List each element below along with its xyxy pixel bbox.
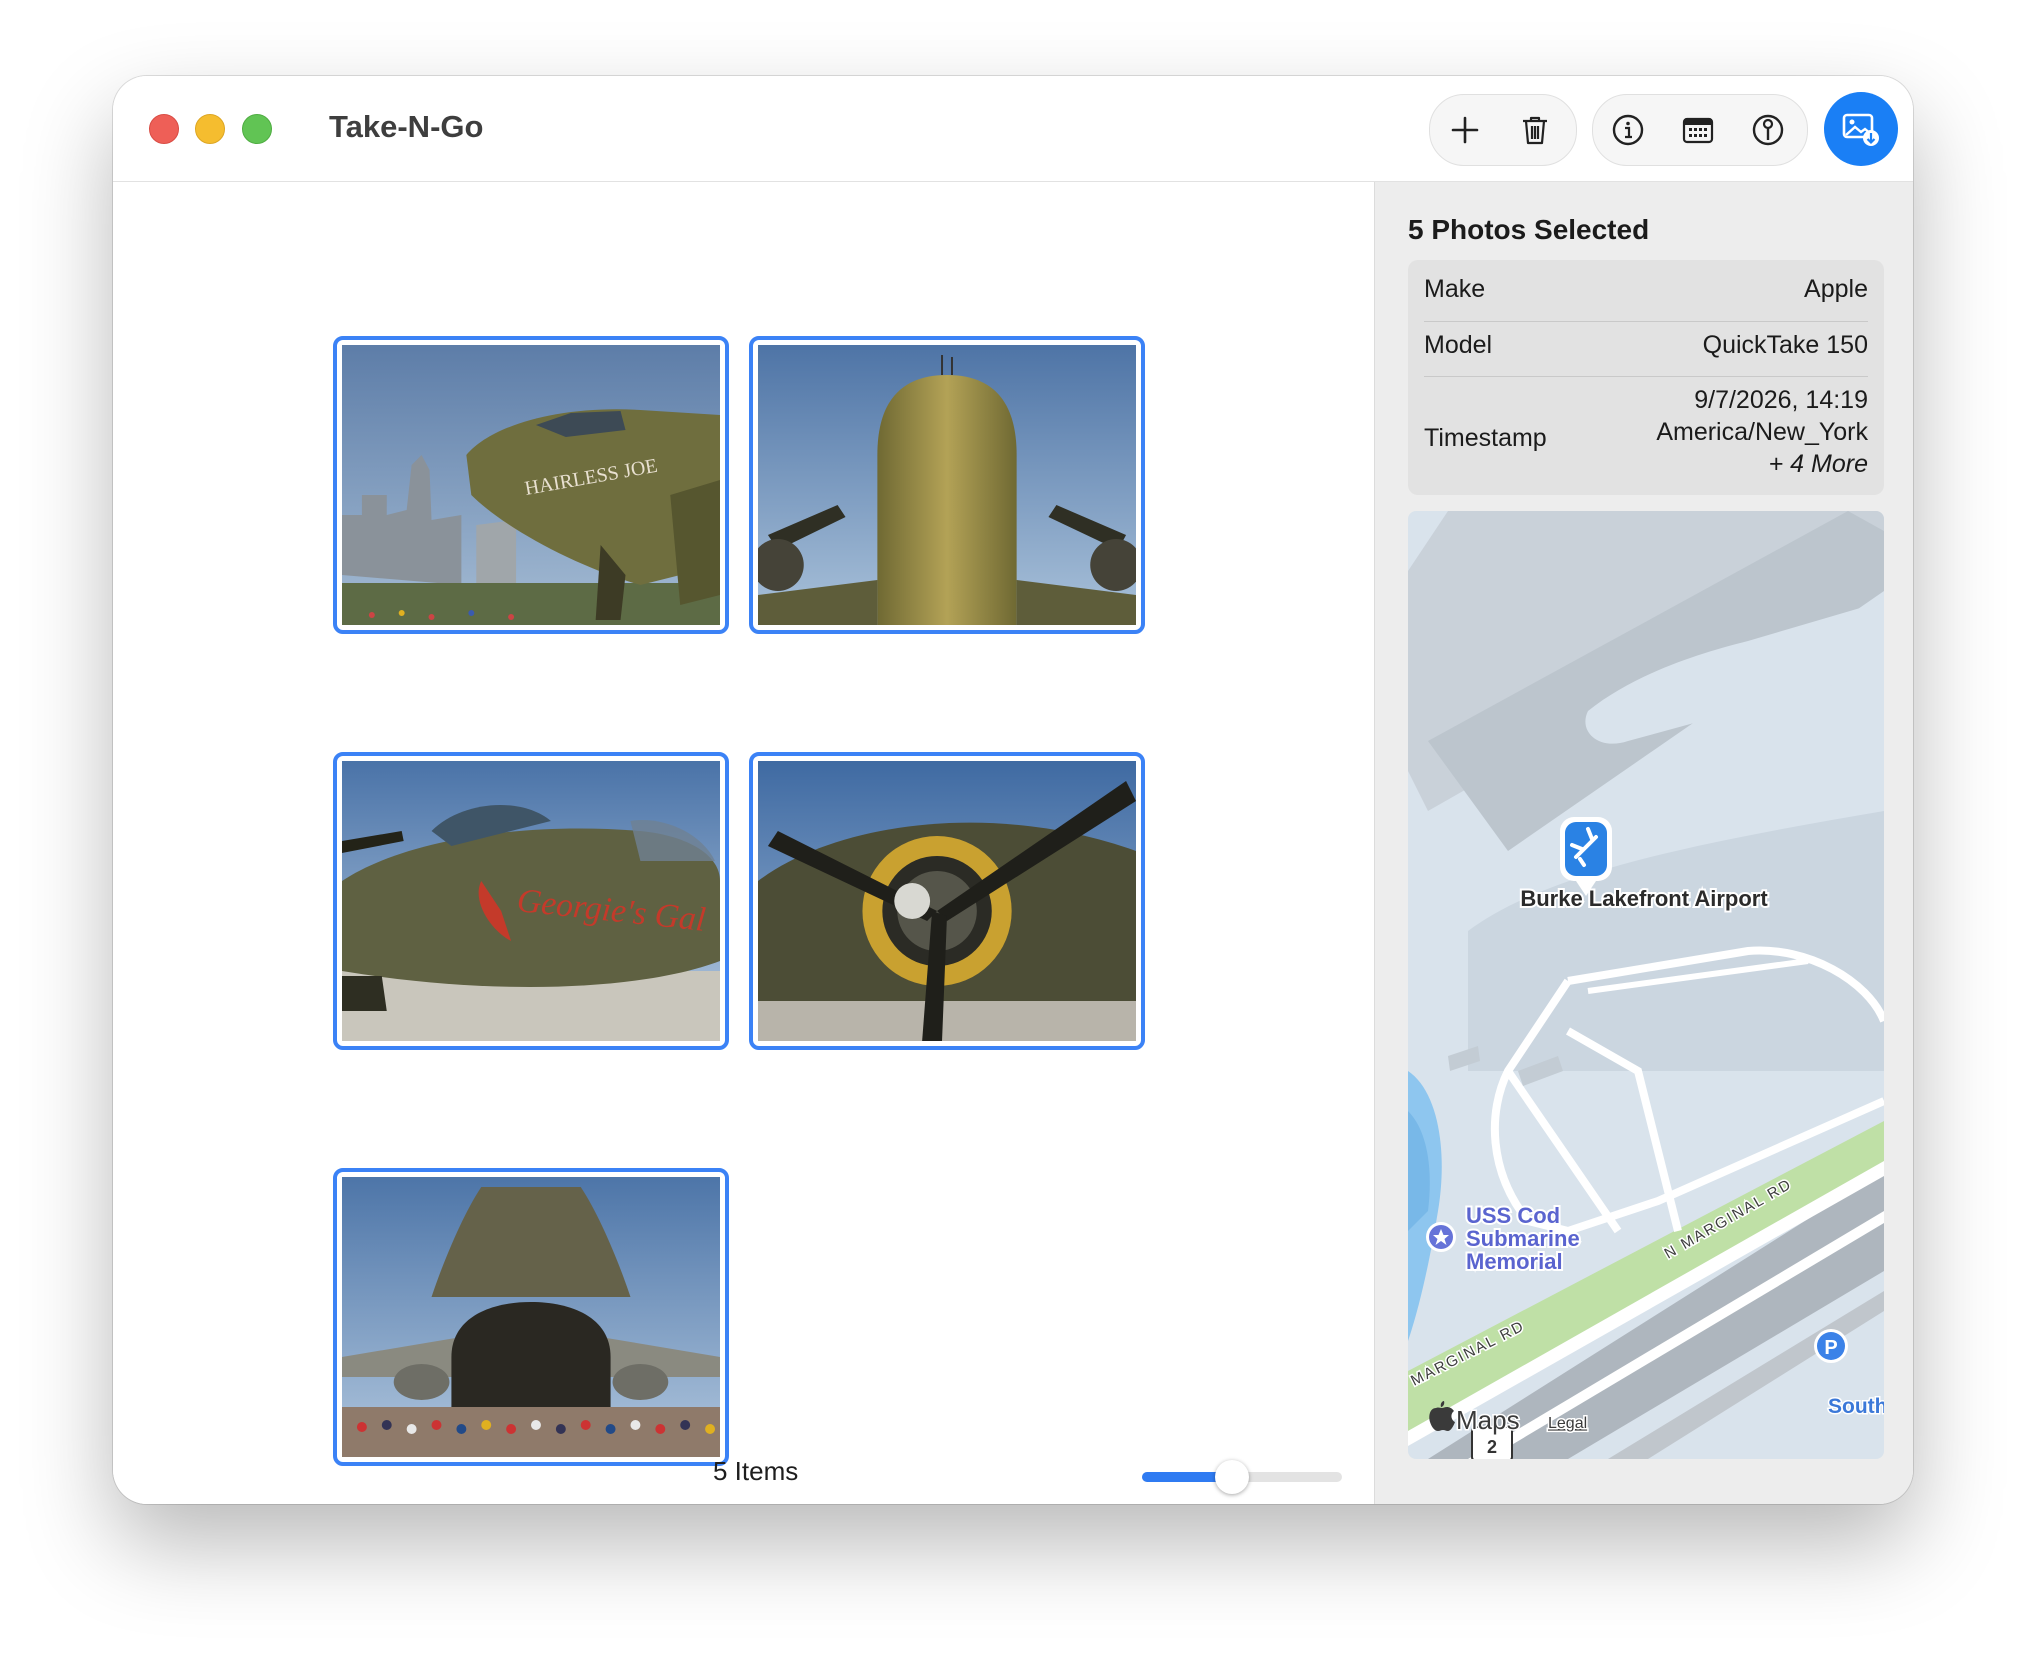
delete-button[interactable]: [1500, 95, 1570, 165]
metadata-row-timestamp: Timestamp 9/7/2026, 14:19 America/New_Yo…: [1424, 386, 1868, 486]
import-photos-button[interactable]: [1824, 92, 1898, 166]
photo-thumbnail[interactable]: [749, 752, 1145, 1050]
metadata-label: Make: [1424, 275, 1486, 303]
metadata-row-make: Make Apple: [1424, 275, 1868, 305]
info-button[interactable]: [1593, 95, 1663, 165]
calendar-icon: [1682, 117, 1714, 144]
metadata-value: QuickTake 150: [1702, 331, 1868, 359]
photo-c47-front: [758, 345, 1136, 625]
title-bar: Take-N-Go: [113, 76, 1913, 182]
metadata-row-model: Model QuickTake 150: [1424, 331, 1868, 361]
location-map[interactable]: Burke Lakefront Airport USS Cod Submarin…: [1408, 511, 1884, 1459]
photo-thumbnail[interactable]: [749, 336, 1145, 634]
metadata-label: Model: [1424, 331, 1493, 359]
location-button[interactable]: [1733, 95, 1803, 165]
trash-icon: [1523, 116, 1547, 145]
parking-icon: P: [1824, 1337, 1837, 1359]
item-count-label: 5 Items: [713, 1456, 799, 1486]
info-circle-icon: [1612, 114, 1644, 146]
metadata-table: Make Apple Model QuickTake 150 Timestamp…: [1408, 260, 1884, 495]
legal-link[interactable]: Legal: [1547, 1414, 1589, 1434]
calendar-button[interactable]: [1663, 95, 1733, 165]
location-pin-icon: [1752, 114, 1784, 146]
airport-label: Burke Lakefront Airport: [1520, 886, 1768, 911]
slider-knob[interactable]: [1215, 1460, 1249, 1494]
row-divider: [1424, 321, 1868, 322]
maps-brand-label: Maps: [1456, 1405, 1520, 1435]
metadata-value: America/New_York: [1656, 418, 1868, 446]
zoom-button[interactable]: [242, 114, 272, 144]
row-divider: [1424, 376, 1868, 377]
more-link[interactable]: + 4 More: [1769, 450, 1868, 479]
photo-import-icon: [1842, 113, 1879, 146]
minimize-button[interactable]: [195, 114, 225, 144]
photo-thumbnail[interactable]: HAIRLESS JOE: [333, 336, 729, 634]
view-toolbar-group: [1592, 94, 1808, 166]
edge-place-label: South: [1828, 1395, 1884, 1418]
photo-b25-engine: [758, 761, 1136, 1041]
metadata-value: 9/7/2026, 14:19: [1694, 386, 1868, 414]
app-window: Take-N-Go HAIRLESS JOE Georgie's Gal 5 I…: [113, 76, 1913, 1504]
metadata-value: Apple: [1804, 275, 1868, 303]
poi-label-line: USS Cod: [1466, 1203, 1560, 1228]
route-shield: 2: [1487, 1437, 1497, 1457]
inspector-sidebar: 5 Photos Selected Make Apple Model Quick…: [1374, 182, 1913, 1504]
photo-grid: HAIRLESS JOE Georgie's Gal 5 Items: [113, 182, 1373, 1504]
close-button[interactable]: [149, 114, 179, 144]
photo-thumbnail[interactable]: [333, 1168, 729, 1466]
poi-label-line: Submarine: [1466, 1226, 1580, 1251]
photo-thumbnail[interactable]: Georgie's Gal: [333, 752, 729, 1050]
window-title: Take-N-Go: [329, 109, 484, 144]
edit-toolbar-group: [1429, 94, 1577, 166]
photo-b25-nose: Georgie's Gal: [342, 761, 720, 1041]
thumbnail-size-slider[interactable]: [1142, 1460, 1342, 1494]
poi-label-line: Memorial: [1466, 1249, 1563, 1274]
add-button[interactable]: [1430, 95, 1500, 165]
photo-c5-galaxy: [342, 1177, 720, 1457]
plus-icon: [1451, 116, 1479, 144]
map-canvas: Burke Lakefront Airport USS Cod Submarin…: [1408, 511, 1884, 1459]
selection-title: 5 Photos Selected: [1408, 214, 1650, 245]
photo-c47-nose: HAIRLESS JOE: [342, 345, 720, 625]
metadata-label: Timestamp: [1424, 424, 1547, 452]
